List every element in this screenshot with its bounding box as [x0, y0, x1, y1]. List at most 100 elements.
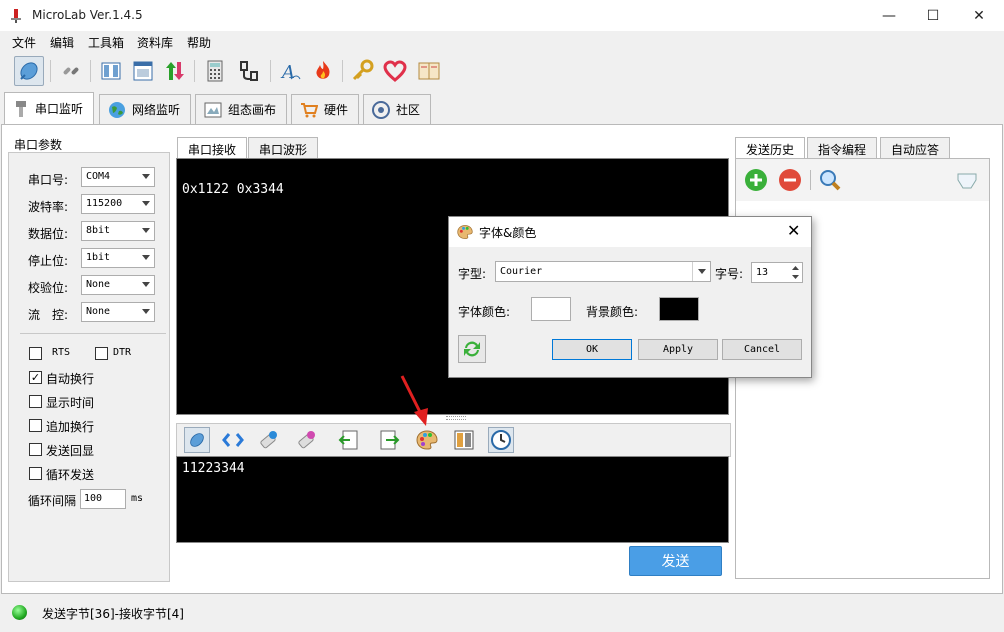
close-window-button[interactable]: ✕ — [956, 0, 1002, 31]
tab-send-history[interactable]: 发送历史 — [735, 137, 806, 159]
loop-interval-input[interactable]: 100 — [80, 489, 126, 509]
serial-connect-icon[interactable] — [14, 56, 44, 86]
tab-command-programming[interactable]: 指令编程 — [807, 137, 878, 159]
size-spinbox[interactable]: 13 — [751, 262, 803, 283]
rts-checkbox[interactable] — [29, 347, 42, 360]
spin-arrows-icon[interactable] — [789, 264, 801, 281]
clear-hex-icon[interactable] — [294, 427, 320, 453]
annotation-arrow-icon — [400, 375, 428, 426]
menu-file[interactable]: 文件 — [12, 34, 36, 51]
send-echo-checkbox[interactable] — [29, 443, 42, 456]
tab-config-canvas[interactable]: 组态画布 — [195, 94, 288, 124]
cancel-button[interactable]: Cancel — [722, 339, 802, 360]
menu-help[interactable]: 帮助 — [187, 34, 211, 51]
loop-send-checkbox[interactable] — [29, 467, 42, 480]
send-text: 11223344 — [182, 461, 245, 476]
calculator-icon[interactable] — [200, 56, 230, 86]
toolbar-separator — [270, 60, 271, 82]
apply-button[interactable]: Apply — [638, 339, 718, 360]
append-wrap-checkbox[interactable] — [29, 419, 42, 432]
toolbar-separator — [50, 60, 51, 82]
size-value: 13 — [756, 267, 769, 278]
dialog-title: 字体&颜色 — [479, 226, 537, 240]
menu-edit[interactable]: 编辑 — [50, 34, 74, 51]
tab-serial-monitor[interactable]: 串口监听 — [4, 92, 95, 124]
main-toolbar: A — [0, 52, 1004, 90]
reset-button[interactable] — [458, 335, 486, 363]
bg-color-swatch[interactable] — [659, 297, 699, 321]
clock-icon[interactable] — [488, 427, 514, 453]
send-button[interactable]: 发送 — [629, 546, 722, 576]
columns-toggle-icon[interactable] — [451, 427, 477, 453]
maximize-button[interactable]: ☐ — [910, 0, 956, 31]
add-icon[interactable] — [744, 168, 768, 195]
parity-label: 校验位: — [28, 281, 69, 295]
font-icon[interactable]: A — [276, 56, 306, 86]
minimize-button[interactable]: — — [866, 0, 912, 31]
code-icon[interactable] — [220, 427, 246, 453]
send-echo-label: 发送回显 — [46, 444, 95, 458]
history-toolbar — [736, 159, 989, 201]
menu-toolbox[interactable]: 工具箱 — [88, 34, 124, 51]
chevron-down-icon — [142, 255, 150, 260]
send-connect-icon[interactable] — [184, 427, 210, 453]
window-icon[interactable] — [128, 56, 158, 86]
tab-network-monitor[interactable]: 网络监听 — [99, 94, 192, 124]
toolbar-separator — [90, 60, 91, 82]
baud-select[interactable]: 115200 — [81, 194, 155, 214]
append-wrap-label: 追加换行 — [46, 420, 95, 434]
loop-interval-label: 循环间隔 — [28, 494, 77, 508]
tab-serial-waveform[interactable]: 串口波形 — [248, 137, 319, 159]
parity-select[interactable]: None — [81, 275, 155, 295]
book-icon[interactable] — [414, 56, 444, 86]
tab-serial-receive[interactable]: 串口接收 — [177, 137, 248, 159]
cable-icon[interactable] — [234, 56, 264, 86]
dtr-label: DTR — [113, 347, 132, 358]
import-file-icon[interactable] — [336, 427, 362, 453]
databits-label: 数据位: — [28, 227, 69, 241]
ok-button[interactable]: OK — [552, 339, 632, 360]
flow-select[interactable]: None — [81, 302, 155, 322]
serial-plug-icon — [16, 100, 26, 117]
stopbits-select[interactable]: 1bit — [81, 248, 155, 268]
flame-icon[interactable] — [308, 56, 338, 86]
font-select[interactable]: Courier — [495, 261, 711, 282]
port-label: 串口号: — [28, 173, 69, 187]
auto-wrap-checkbox[interactable]: ✓ — [29, 371, 42, 384]
show-time-checkbox[interactable] — [29, 395, 42, 408]
dialog-close-button[interactable]: ✕ — [787, 221, 800, 240]
baud-value: 115200 — [86, 198, 123, 209]
tab-community[interactable]: 社区 — [363, 94, 432, 124]
font-value: Courier — [500, 266, 543, 277]
font-color-swatch[interactable] — [531, 297, 571, 321]
databits-select[interactable]: 8bit — [81, 221, 155, 241]
chevron-down-icon — [142, 201, 150, 206]
menu-bar: 文件 编辑 工具箱 资料库 帮助 — [0, 31, 1004, 52]
eraser-icon[interactable] — [955, 168, 979, 195]
dtr-checkbox[interactable] — [95, 347, 108, 360]
clear-text-icon[interactable] — [256, 427, 282, 453]
remove-icon[interactable] — [778, 168, 802, 195]
up-down-arrows-icon[interactable] — [160, 56, 190, 86]
search-icon[interactable] — [818, 168, 842, 195]
tab-label: 组态画布 — [228, 103, 277, 117]
heart-icon[interactable] — [380, 56, 410, 86]
tab-label: 串口监听 — [35, 102, 84, 116]
toolbar-separator — [810, 170, 811, 190]
tab-auto-reply[interactable]: 自动应答 — [880, 137, 951, 159]
font-label: 字型: — [458, 267, 487, 281]
chevron-down-icon — [142, 282, 150, 287]
tab-hardware[interactable]: 硬件 — [291, 94, 360, 124]
refresh-icon — [464, 341, 480, 357]
canvas-icon — [204, 102, 222, 117]
network-link-icon[interactable] — [56, 56, 86, 86]
menu-library[interactable]: 资料库 — [137, 34, 173, 51]
splitter-handle[interactable] — [446, 416, 466, 420]
send-terminal[interactable] — [176, 456, 729, 543]
port-select[interactable]: COM4 — [81, 167, 155, 187]
columns-icon[interactable] — [96, 56, 126, 86]
flow-value: None — [86, 306, 111, 317]
key-icon[interactable] — [348, 56, 378, 86]
palette-icon — [457, 225, 473, 239]
show-time-label: 显示时间 — [46, 396, 95, 410]
